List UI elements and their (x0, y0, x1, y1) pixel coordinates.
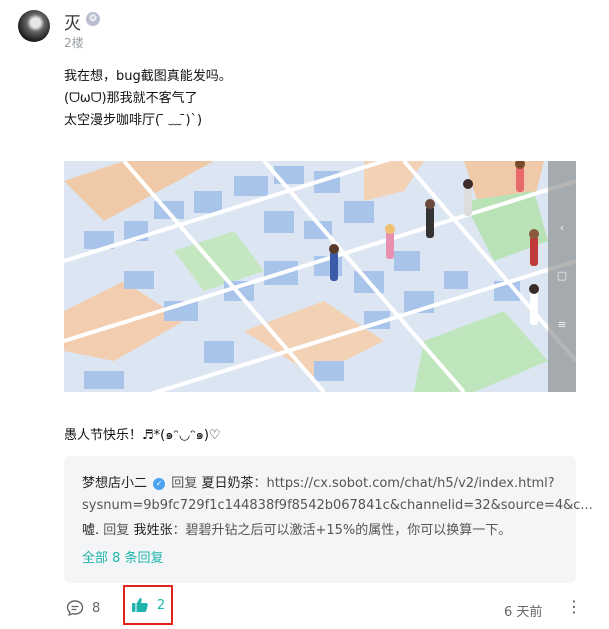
verified-icon: ✓ (153, 478, 166, 490)
comment-icon (66, 600, 84, 617)
reply-item: 梦想店小二 ✓ 回复 夏日奶茶：https://cx.sobot.com/cha… (82, 473, 593, 517)
reply-username[interactable]: 梦想店小二 (82, 476, 147, 491)
post-body: 我在想，bug截图真能发吗。 (ᗜωᗜ)那我就不客气了 太空漫步咖啡厅( ̄ ﹏… (64, 66, 232, 132)
square-icon[interactable]: ▢ (554, 269, 570, 282)
post-line: 我在想，bug截图真能发吗。 (64, 69, 232, 84)
post-line: (ᗜωᗜ)那我就不客气了 (64, 91, 198, 106)
image-side-toolbar: ‹ ▢ ≡ (548, 161, 576, 392)
screenshot-image[interactable]: ‹ ▢ ≡ (64, 161, 576, 392)
floor-label: 2楼 (64, 36, 84, 50)
timestamp: 6 天前 (504, 605, 543, 620)
chevron-left-icon[interactable]: ‹ (554, 221, 570, 234)
thumbs-up-icon (131, 598, 148, 612)
avatar[interactable] (18, 10, 50, 42)
post-closing-line: 愚人节快乐！♬*(๑ᵔ◡ᵔ๑)♡ (64, 428, 221, 443)
menu-icon[interactable]: ≡ (554, 318, 570, 331)
reply-word: 回复 (171, 476, 198, 491)
username[interactable]: 灭 (64, 9, 81, 34)
comment-button[interactable]: 8 (66, 598, 100, 618)
reply-target[interactable]: 我姓张 (133, 523, 172, 538)
like-button[interactable]: 2 (123, 585, 173, 625)
more-options-icon[interactable]: ⋮ (566, 597, 582, 617)
reply-item: 嘘. 回复 我姓张：碧碧升钻之后可以激活+15%的属性，你可以换算一下。 (82, 519, 511, 538)
reply-content: ：碧碧升钻之后可以激活+15%的属性，你可以换算一下。 (172, 523, 512, 538)
reply-word: 回复 (103, 523, 130, 538)
post-line: 太空漫步咖啡厅( ̄ ﹏ ̄)`) (64, 113, 203, 128)
like-count: 2 (156, 597, 166, 613)
level-badge-icon: ❂ (86, 12, 100, 26)
reply-username[interactable]: 嘘. (82, 523, 99, 538)
comment-count: 8 (92, 600, 101, 616)
reply-target[interactable]: 夏日奶茶 (201, 476, 253, 491)
city-map-illustration (64, 161, 576, 392)
view-all-replies-link[interactable]: 全部 8 条回复 (82, 547, 164, 566)
reply-preview-box: 梦想店小二 ✓ 回复 夏日奶茶：https://cx.sobot.com/cha… (64, 456, 593, 583)
